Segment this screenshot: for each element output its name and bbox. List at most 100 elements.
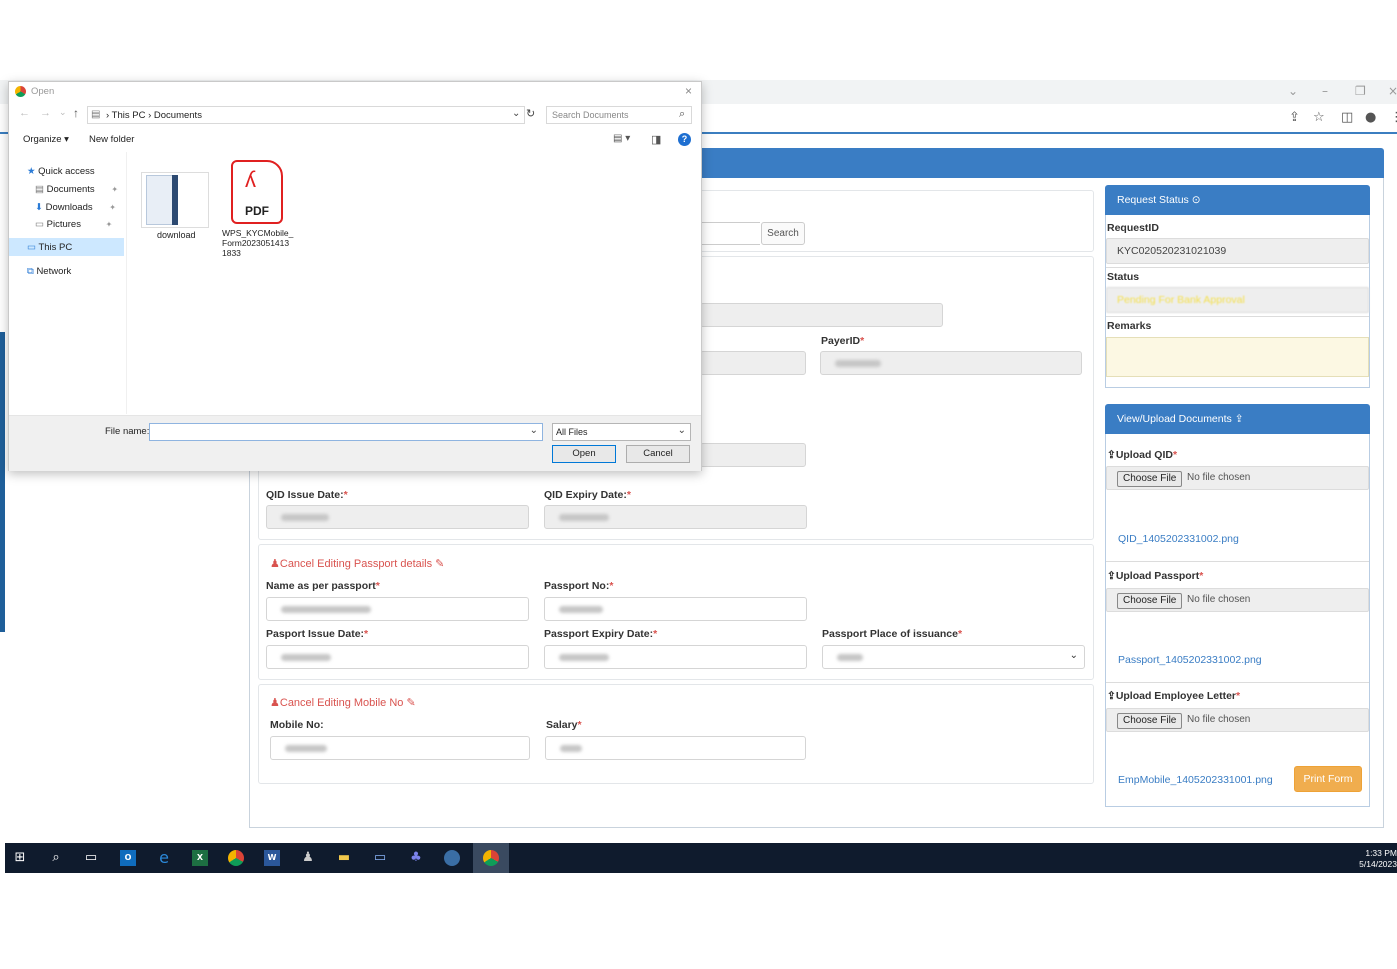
choose-file-button[interactable]: Choose File	[1117, 593, 1183, 609]
profile-icon[interactable]: ●	[1365, 110, 1376, 125]
nav-documents[interactable]: ▤ Documents ✦	[35, 184, 118, 195]
file-explorer-icon[interactable]: ▬	[336, 850, 352, 866]
nav-pictures[interactable]: ▭ Pictures ✦	[35, 219, 112, 230]
download-arrow-icon: ⬇	[35, 202, 43, 213]
recent-chevron-icon[interactable]: ⌄	[59, 107, 67, 118]
open-file-dialog: Open × ← → ⌄ ↑ ▤ › This PC › Documents ⌄…	[8, 81, 702, 471]
field-left-row2[interactable]	[700, 351, 806, 375]
new-folder-button[interactable]: New folder	[89, 134, 134, 145]
letter-file-link[interactable]: EmpMobile_1405202331001.png	[1118, 774, 1273, 786]
menu-icon[interactable]: ⋮	[1390, 110, 1397, 125]
field-hidden[interactable]	[700, 443, 806, 467]
choose-file-button[interactable]: Choose File	[1117, 471, 1183, 487]
tab-search-icon[interactable]: ⌄	[1288, 84, 1298, 98]
breadcrumb: › This PC › Documents	[106, 110, 202, 121]
file-name-input[interactable]: ⌄	[149, 423, 543, 441]
file-name-pdf[interactable]: WPS_KYCMobile_ Form2023051413 1833	[222, 228, 294, 258]
passport-file-input[interactable]: Choose File No file chosen	[1106, 588, 1369, 612]
view-options-icon[interactable]: ▤ ▾	[613, 133, 630, 144]
remarks-textarea[interactable]	[1106, 337, 1369, 377]
chevron-down-icon[interactable]: ⌄	[530, 425, 538, 436]
minimize-icon[interactable]: –	[1322, 84, 1328, 98]
request-id-value: KYC020520231021039	[1106, 238, 1369, 264]
restore-icon[interactable]: ❐	[1355, 84, 1366, 98]
status-value: Pending For Bank Approval	[1106, 287, 1369, 313]
word-icon[interactable]: W	[264, 850, 280, 866]
cancel-mobile-link[interactable]: ♟Cancel Editing Mobile No ✎	[270, 696, 416, 709]
up-arrow-icon[interactable]: ↑	[73, 106, 79, 120]
close-icon[interactable]: ×	[685, 84, 692, 98]
letter-file-input[interactable]: Choose File No file chosen	[1106, 708, 1369, 732]
left-accent-bar	[0, 332, 5, 632]
preview-pane-icon[interactable]: ◨	[651, 133, 661, 146]
chrome-active-icon[interactable]	[483, 850, 499, 866]
organize-button[interactable]: Organize ▾	[23, 134, 69, 145]
field-top[interactable]	[700, 303, 943, 327]
refresh-icon[interactable]: ↻	[526, 107, 535, 120]
windows-start-icon[interactable]: ⊞	[12, 850, 28, 866]
pdf-file-icon[interactable]: ʎ PDF	[231, 160, 283, 224]
divider	[1106, 561, 1369, 562]
divider	[1106, 267, 1369, 268]
nav-downloads[interactable]: ⬇ Downloads ✦	[35, 202, 116, 213]
name-passport-field[interactable]	[266, 597, 529, 621]
qid-issue-field[interactable]	[266, 505, 529, 529]
upload-icon: ⇪	[1107, 690, 1116, 702]
nav-network[interactable]: ⧉ Network	[27, 266, 71, 277]
salary-field[interactable]	[545, 736, 806, 760]
passport-expiry-field[interactable]	[544, 645, 807, 669]
close-window-icon[interactable]: ×	[1388, 84, 1397, 98]
pin-icon: ✦	[105, 220, 113, 229]
passport-expiry-label: Passport Expiry Date:*	[544, 628, 658, 640]
file-type-select[interactable]: All Files ⌄	[552, 423, 691, 441]
open-button[interactable]: Open	[552, 445, 616, 463]
choose-file-button[interactable]: Choose File	[1117, 713, 1183, 729]
thumbnail-shade	[172, 175, 178, 225]
nav-this-pc[interactable]: ▭ This PC	[27, 242, 72, 253]
pc-icon: ▤	[91, 109, 101, 120]
payer-id-field[interactable]	[820, 351, 1082, 375]
network-icon: ⧉	[27, 266, 34, 277]
app-icon[interactable]	[444, 850, 460, 866]
qid-expiry-field[interactable]	[544, 505, 807, 529]
bookmark-star-icon[interactable]: ☆	[1313, 110, 1325, 125]
file-thumbnail-download[interactable]	[141, 172, 209, 228]
forward-arrow-icon[interactable]: →	[40, 107, 51, 119]
back-arrow-icon[interactable]: ←	[19, 107, 30, 119]
chevron-down-icon[interactable]: ⌄	[512, 108, 520, 119]
sidepanel-icon[interactable]: ◫	[1341, 110, 1353, 125]
qid-file-link[interactable]: QID_1405202331002.png	[1118, 533, 1239, 545]
outlook-icon[interactable]: O	[120, 850, 136, 866]
chrome-icon	[15, 86, 26, 97]
nav-quick-access[interactable]: ★ Quick access	[27, 166, 95, 177]
chrome-icon[interactable]	[228, 850, 244, 866]
teams-icon[interactable]: ♣	[408, 850, 424, 866]
print-form-button[interactable]: Print Form	[1294, 766, 1362, 792]
request-id-label: RequestID	[1107, 222, 1159, 234]
passport-issue-field[interactable]	[266, 645, 529, 669]
help-icon[interactable]: ?	[678, 133, 691, 146]
dialog-footer: File name: ⌄ All Files ⌄ Open Cancel	[9, 415, 701, 471]
passport-file-link[interactable]: Passport_1405202331002.png	[1118, 654, 1262, 666]
chevron-down-icon: ⌄	[1069, 650, 1078, 661]
excel-icon[interactable]: X	[192, 850, 208, 866]
search-button[interactable]: Search	[761, 222, 805, 245]
remote-desktop-icon[interactable]: ▭	[372, 850, 388, 866]
people-icon[interactable]: ♟	[300, 850, 316, 866]
cancel-passport-link[interactable]: ♟Cancel Editing Passport details ✎	[270, 557, 444, 570]
file-name-download[interactable]: download	[157, 230, 196, 240]
edge-legacy-icon[interactable]: e	[156, 850, 172, 866]
qid-issue-label: QID Issue Date:*	[266, 489, 348, 501]
taskbar-clock[interactable]: 1:33 PM 5/14/2023	[1359, 848, 1397, 870]
search-documents-input[interactable]: Search Documents ⌕	[546, 106, 692, 124]
search-input[interactable]	[700, 222, 760, 245]
task-view-icon[interactable]: ▭	[83, 850, 99, 866]
share-icon[interactable]: ⇪	[1289, 110, 1300, 125]
address-bar[interactable]: ▤ › This PC › Documents ⌄	[87, 106, 525, 124]
search-icon[interactable]: ⌕	[48, 850, 64, 866]
mobile-field[interactable]	[270, 736, 530, 760]
passport-place-select[interactable]: ⌄	[822, 645, 1085, 669]
cancel-button[interactable]: Cancel	[626, 445, 690, 463]
passport-no-field[interactable]	[544, 597, 807, 621]
qid-file-input[interactable]: Choose File No file chosen	[1106, 466, 1369, 490]
